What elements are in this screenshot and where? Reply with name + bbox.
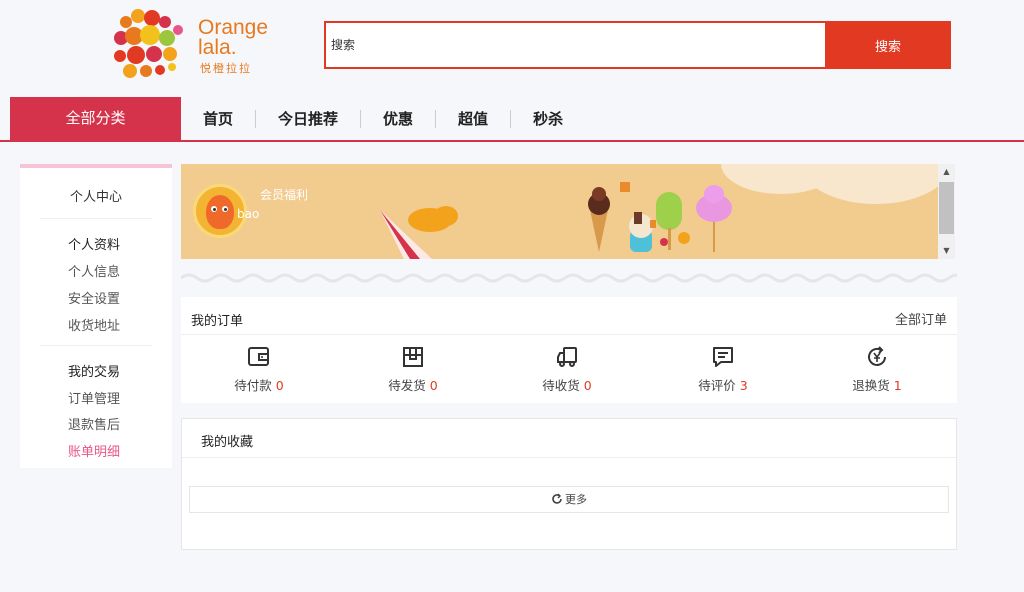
- member-banner: bao 会员福利: [181, 164, 938, 259]
- wallet-icon: [248, 347, 269, 366]
- search-input[interactable]: [326, 23, 827, 67]
- refund-yen-icon: [868, 346, 886, 366]
- order-count: 0: [429, 378, 438, 393]
- order-status-name: 待付款: [234, 378, 272, 393]
- favorites-header: 我的收藏: [182, 419, 956, 458]
- sidebar-group-profile: 个人资料: [68, 238, 121, 253]
- order-count: 0: [583, 378, 592, 393]
- nav-item-value[interactable]: 超值: [436, 109, 512, 128]
- package-icon: [403, 347, 423, 367]
- all-orders-link[interactable]: 全部订单: [895, 309, 947, 328]
- order-status-label: 待评价 3: [673, 375, 773, 394]
- nav-item-home[interactable]: 首页: [181, 109, 257, 128]
- avatar-eye: [211, 206, 217, 212]
- avatar-face: [206, 195, 234, 229]
- sidebar-item-bill-details[interactable]: 账单明细: [68, 441, 120, 460]
- search-bar: 搜索: [324, 21, 951, 69]
- avatar-eye: [222, 206, 228, 212]
- scroll-up-icon[interactable]: ▲: [938, 164, 955, 180]
- username: bao: [237, 207, 260, 221]
- paper-plane-icon: [380, 206, 458, 259]
- orders-title: 我的订单: [191, 314, 244, 329]
- comment-icon: [713, 347, 733, 367]
- order-count: 0: [275, 378, 284, 393]
- brand-name-line2: lala.: [198, 36, 237, 59]
- nav-items: 首页 今日推荐 优惠 超值 秒杀: [181, 97, 585, 140]
- order-status-pending-receipt[interactable]: 待收货 0: [517, 345, 617, 395]
- order-status-label: 待收货 0: [517, 375, 617, 394]
- refresh-icon: [552, 493, 562, 504]
- truck-icon: [557, 347, 577, 367]
- sidebar-item-refund[interactable]: 退款售后: [68, 414, 120, 433]
- banner-cloud: [801, 164, 938, 204]
- main-nav: 全部分类 首页 今日推荐 优惠 超值 秒杀: [0, 97, 1024, 142]
- wave-divider: [181, 273, 957, 283]
- order-status-name: 退换货: [852, 378, 890, 393]
- my-orders-panel: 我的订单 全部订单 待付款 0 待发货 0 待收货 0 待评价 3 退换货 1: [181, 297, 957, 403]
- sidebar-divider: [40, 345, 152, 346]
- favorites-title: 我的收藏: [201, 435, 254, 450]
- brand-name-cn: 悦橙拉拉: [200, 62, 252, 75]
- sidebar-item-security[interactable]: 安全设置: [68, 288, 120, 307]
- scroll-down-icon[interactable]: ▼: [938, 243, 955, 259]
- nav-item-today-recommend[interactable]: 今日推荐: [256, 109, 362, 128]
- order-status-label: 退换货 1: [827, 375, 927, 394]
- more-label: 更多: [565, 493, 587, 506]
- sidebar-item-address[interactable]: 收货地址: [68, 315, 120, 334]
- order-status-pending-payment[interactable]: 待付款 0: [209, 345, 309, 395]
- brand-name: Orange lala.: [198, 16, 269, 59]
- sidebar-divider: [40, 218, 152, 219]
- banner-scrollbar[interactable]: ▲ ▼: [938, 164, 955, 259]
- brand-logo[interactable]: Orange lala. 悦橙拉拉: [112, 8, 282, 82]
- ice-cream-icon: [588, 182, 732, 252]
- order-status-returns[interactable]: 退换货 1: [827, 345, 927, 395]
- order-status-label: 待付款 0: [209, 375, 309, 394]
- brand-name-line1: Orange: [198, 16, 269, 39]
- nav-item-discount[interactable]: 优惠: [361, 109, 437, 128]
- order-status-label: 待发货 0: [363, 375, 463, 394]
- nav-item-flash-sale[interactable]: 秒杀: [511, 110, 585, 128]
- order-status-name: 待发货: [388, 378, 426, 393]
- logo-dots-icon: [114, 9, 183, 78]
- more-button[interactable]: 更多: [189, 486, 949, 513]
- order-status-pending-review[interactable]: 待评价 3: [673, 345, 773, 395]
- all-categories-button[interactable]: 全部分类: [10, 97, 181, 140]
- order-count: 1: [893, 378, 902, 393]
- sidebar: 个人中心 个人资料 个人信息 安全设置 收货地址 我的交易 订单管理 退款售后 …: [20, 164, 172, 468]
- scroll-thumb[interactable]: [939, 182, 954, 234]
- sidebar-title[interactable]: 个人中心: [20, 186, 172, 205]
- order-status-name: 待评价: [698, 378, 736, 393]
- sidebar-item-orders[interactable]: 订单管理: [68, 388, 120, 407]
- search-button[interactable]: 搜索: [825, 21, 951, 69]
- sidebar-item-personal-info[interactable]: 个人信息: [68, 261, 120, 280]
- header: Orange lala. 悦橙拉拉 搜索: [0, 0, 1024, 96]
- order-count: 3: [739, 378, 748, 393]
- member-benefits-link[interactable]: 会员福利: [260, 186, 308, 203]
- order-status-pending-shipment[interactable]: 待发货 0: [363, 345, 463, 395]
- sidebar-group-trade: 我的交易: [68, 365, 121, 380]
- my-favorites-panel: 我的收藏 更多: [181, 418, 957, 550]
- order-status-name: 待收货: [542, 378, 580, 393]
- orders-header: 我的订单 全部订单: [181, 297, 957, 335]
